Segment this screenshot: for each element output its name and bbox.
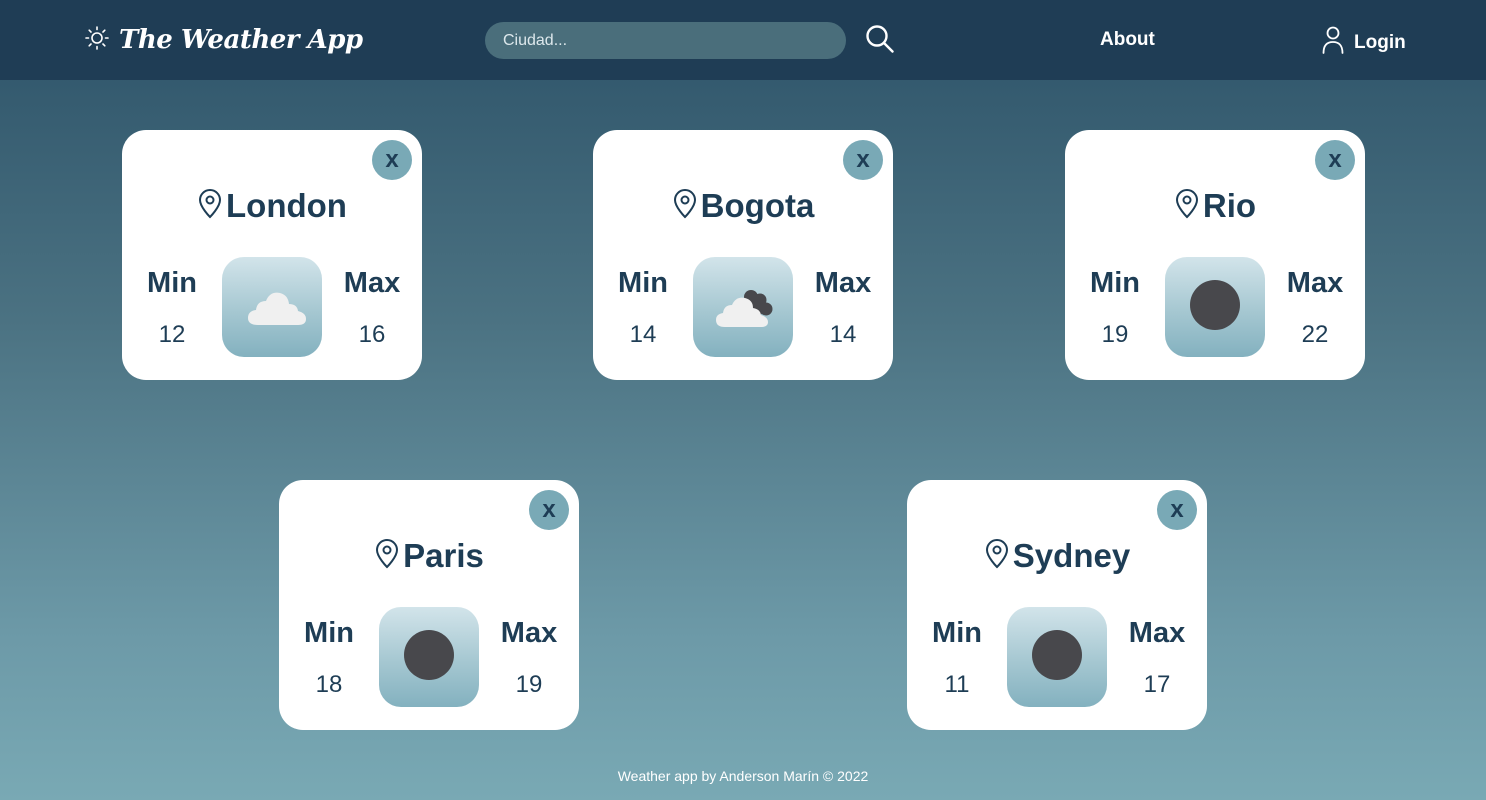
max-label: Max: [1286, 267, 1344, 299]
city-name: Rio: [1202, 187, 1257, 224]
weather-card-paris: x Paris Min 18 Max 19: [279, 480, 579, 730]
min-label: Min: [1090, 267, 1140, 299]
min-value: 11: [944, 671, 970, 698]
min-value: 12: [158, 321, 186, 348]
min-label: Min: [147, 267, 197, 299]
dark-clouds-icon: [705, 267, 781, 348]
max-label: Max: [1128, 617, 1186, 649]
city-name: Paris: [403, 537, 484, 574]
location-pin-icon: [984, 538, 1013, 574]
max-value: 17: [1143, 671, 1171, 698]
location-pin-icon: [374, 538, 403, 574]
dark-circle-icon: [391, 617, 467, 698]
city-search-input[interactable]: [485, 22, 846, 59]
navbar: The Weather App About Login: [0, 0, 1486, 80]
min-label: Min: [932, 617, 982, 649]
city-name: Sydney: [1012, 537, 1131, 574]
max-value: 22: [1301, 321, 1329, 348]
search-icon: [864, 25, 896, 59]
close-card-button[interactable]: x: [372, 140, 412, 180]
min-value: 14: [629, 321, 657, 348]
max-label: Max: [343, 267, 401, 299]
weather-card-rio: x Rio Min 19 Max 22: [1065, 130, 1365, 380]
city-heading: London: [122, 185, 422, 227]
weather-icon-box: [379, 607, 479, 707]
location-pin-icon: [672, 188, 701, 224]
max-label: Max: [814, 267, 872, 299]
login-link[interactable]: Login: [1321, 25, 1406, 60]
weather-card-bogota: x Bogota Min 14 Max 14: [593, 130, 893, 380]
close-card-button[interactable]: x: [529, 490, 569, 530]
close-card-button[interactable]: x: [843, 140, 883, 180]
user-icon: [1321, 25, 1345, 60]
location-pin-icon: [197, 188, 226, 224]
close-card-button[interactable]: x: [1315, 140, 1355, 180]
min-label: Min: [618, 267, 668, 299]
app-title: The Weather App: [119, 25, 363, 55]
city-name: London: [226, 187, 347, 224]
login-label: Login: [1354, 31, 1406, 53]
dark-circle-icon: [1019, 617, 1095, 698]
city-heading: Paris: [279, 535, 579, 577]
max-value: 14: [829, 321, 857, 348]
cloud-icon: [234, 267, 310, 348]
search-button[interactable]: [864, 23, 896, 55]
city-heading: Sydney: [907, 535, 1207, 577]
footer-credit: Weather app by Anderson Marín © 2022: [617, 768, 869, 784]
weather-icon-box: [1007, 607, 1107, 707]
city-heading: Bogota: [593, 185, 893, 227]
weather-icon-box: [1165, 257, 1265, 357]
min-value: 19: [1101, 321, 1129, 348]
max-value: 19: [515, 671, 543, 698]
weather-card-london: x London Min 12 Max 16: [122, 130, 422, 380]
city-name: Bogota: [700, 187, 815, 224]
about-link[interactable]: About: [1100, 29, 1155, 51]
min-label: Min: [304, 617, 354, 649]
max-value: 16: [358, 321, 386, 348]
location-pin-icon: [1174, 188, 1203, 224]
dark-circle-icon: [1177, 267, 1253, 348]
weather-card-sydney: x Sydney Min 11 Max 17: [907, 480, 1207, 730]
brand[interactable]: The Weather App: [84, 22, 363, 58]
weather-icon-box: [693, 257, 793, 357]
max-label: Max: [500, 617, 558, 649]
sun-icon: [84, 25, 110, 56]
close-card-button[interactable]: x: [1157, 490, 1197, 530]
weather-icon-box: [222, 257, 322, 357]
min-value: 18: [315, 671, 343, 698]
city-heading: Rio: [1065, 185, 1365, 227]
